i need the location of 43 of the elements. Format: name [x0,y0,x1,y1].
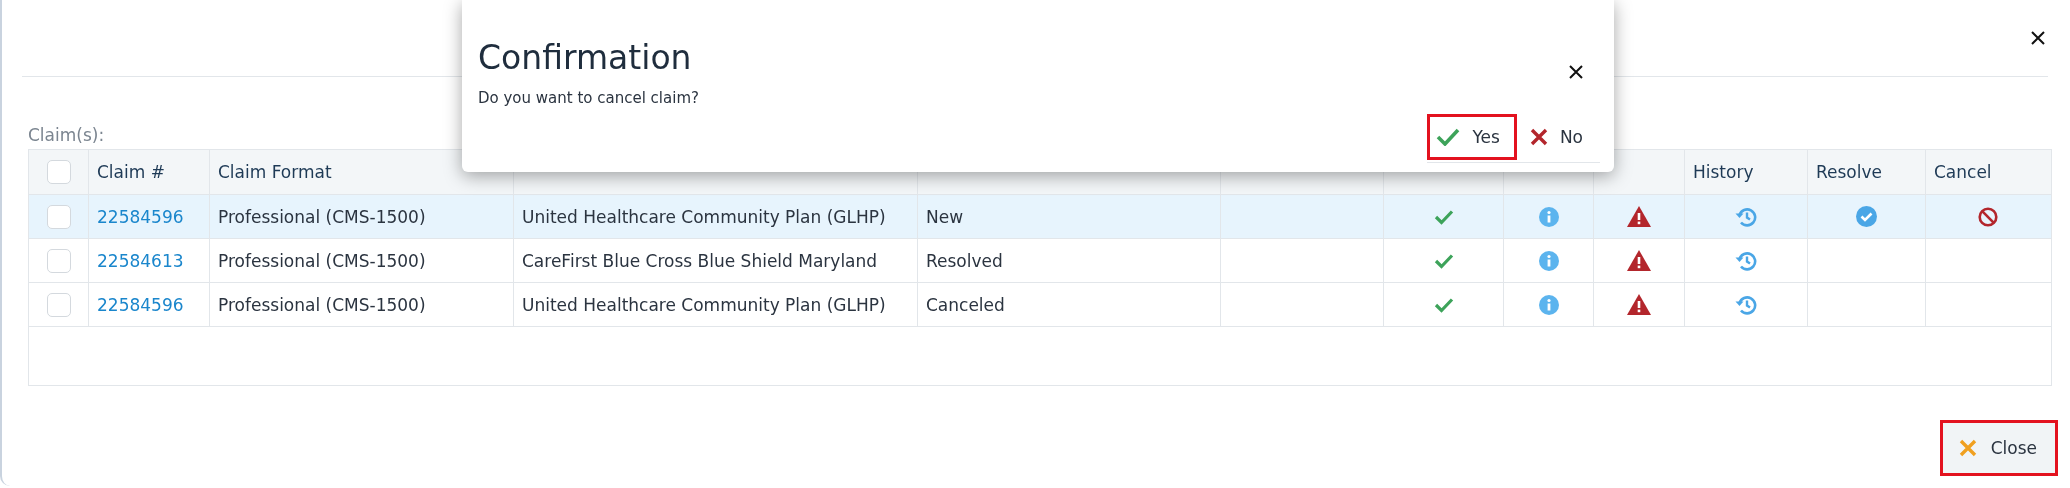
row-checkbox[interactable] [46,292,71,317]
info-icon[interactable] [1538,294,1559,315]
close-button[interactable]: Close [1939,420,2058,476]
table-cell: United Healthcare Community Plan (GLHP) [522,294,886,315]
dialog-message: Do you want to cancel claim? [478,89,699,107]
column-header: History [1693,162,1754,182]
select-all-checkbox[interactable] [46,160,71,184]
resolve-icon[interactable] [1856,206,1877,227]
table-cell: New [926,206,964,227]
column-header: Claim Format [218,162,332,182]
table-cell: United Healthcare Community Plan (GLHP) [522,206,886,227]
section-label: Claim(s): [28,125,105,145]
table-row[interactable]: 22584596 Professional (CMS-1500) United Healthcare Community Plan (GLHP) Canceled [29,283,2051,327]
table-cell: Professional (CMS-1500) [218,250,426,271]
history-icon[interactable] [1735,294,1757,315]
table-row[interactable]: 22584596 Professional (CMS-1500) United Healthcare Community Plan (GLHP) New [29,195,2051,239]
column-header: Resolve [1816,162,1882,182]
row-checkbox[interactable] [46,248,71,273]
column-header: Claim # [97,162,165,182]
table-cell: Canceled [926,294,1005,315]
table-row[interactable]: 22584613 Professional (CMS-1500) CareFirst Blue Cross Blue Shield Maryland Resolved [29,239,2051,283]
column-header: Cancel [1934,162,1992,182]
info-icon[interactable] [1538,206,1559,227]
warning-icon[interactable] [1627,206,1651,227]
claim-link[interactable]: 22584596 [97,294,184,315]
table-cell: Resolved [926,250,1003,271]
history-icon[interactable] [1735,250,1757,271]
claim-link[interactable]: 22584613 [97,250,184,271]
info-icon[interactable] [1538,250,1559,271]
table-cell: Professional (CMS-1500) [218,294,426,315]
claim-link[interactable]: 22584596 [97,206,184,227]
table-cell: CareFirst Blue Cross Blue Shield Maryland [522,250,878,271]
yes-button[interactable]: Yes [1427,114,1517,160]
close-icon [1958,439,1977,457]
history-icon[interactable] [1735,206,1757,227]
warning-icon[interactable] [1627,294,1651,315]
cross-icon [1529,128,1548,146]
dialog-title: Confirmation [478,38,692,77]
cancel-icon[interactable] [1977,206,1998,227]
table-cell: Professional (CMS-1500) [218,206,426,227]
check-icon [1436,128,1461,146]
warning-icon[interactable] [1627,250,1651,271]
row-checkbox[interactable] [46,204,71,229]
